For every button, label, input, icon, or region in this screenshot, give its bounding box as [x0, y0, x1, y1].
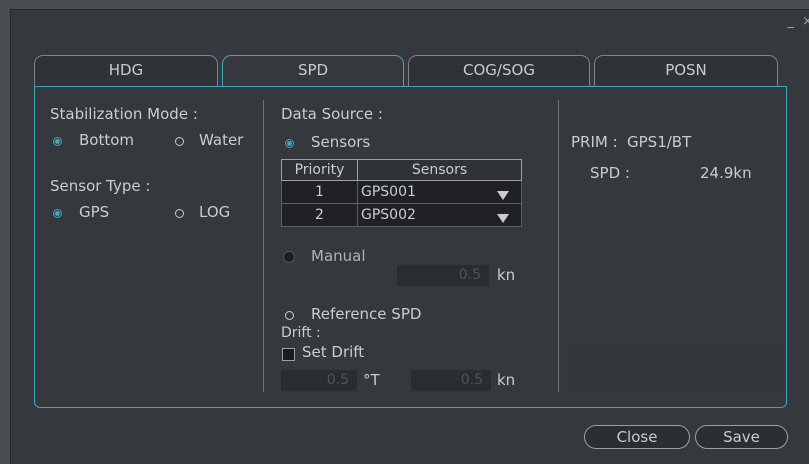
- sensor-type-label: Sensor Type :: [50, 177, 151, 195]
- column-divider-right: [558, 100, 559, 392]
- spd-label: SPD :: [590, 164, 630, 182]
- window-controls[interactable]: _ ×: [787, 14, 809, 29]
- sensor-select-2[interactable]: GPS002: [357, 203, 522, 227]
- column-divider-left: [263, 100, 264, 392]
- sensor-select-1[interactable]: GPS001: [357, 180, 522, 204]
- priority-cell: 2: [281, 203, 358, 227]
- radio-log[interactable]: [175, 209, 184, 218]
- prim-value: GPS1/BT: [627, 133, 692, 151]
- drift-direction-input[interactable]: 0.5: [281, 370, 357, 391]
- drift-speed-unit: kn: [497, 371, 516, 389]
- radio-sensors-label: Sensors: [311, 133, 371, 151]
- sensors-header: Sensors: [357, 159, 522, 181]
- radio-water[interactable]: [175, 137, 184, 146]
- stabilization-mode-label: Stabilization Mode :: [50, 105, 198, 123]
- sensor-value: GPS002: [361, 207, 416, 223]
- tab-posn[interactable]: POSN: [594, 55, 778, 86]
- data-source-label: Data Source :: [281, 105, 383, 123]
- priority-cell: 1: [281, 180, 358, 204]
- drift-label: Drift :: [281, 325, 321, 341]
- radio-gps-label: GPS: [79, 203, 110, 221]
- drift-direction-unit: °T: [363, 371, 380, 389]
- sensor-priority-table: Priority Sensors 1 GPS001 2 GPS002: [281, 159, 522, 227]
- set-drift-label: Set Drift: [302, 343, 365, 361]
- manual-unit-label: kn: [497, 266, 516, 284]
- radio-gps[interactable]: [53, 209, 62, 218]
- radio-manual[interactable]: [283, 251, 295, 263]
- save-button[interactable]: Save: [695, 425, 788, 449]
- radio-bottom[interactable]: [53, 137, 62, 146]
- radio-manual-label: Manual: [311, 247, 366, 265]
- radio-log-label: LOG: [199, 203, 231, 221]
- tab-spd[interactable]: SPD: [222, 55, 404, 88]
- dropdown-arrow-icon[interactable]: [497, 214, 509, 223]
- tab-hdg[interactable]: HDG: [34, 55, 218, 86]
- radio-reference-spd-label: Reference SPD: [311, 305, 422, 323]
- manual-speed-input[interactable]: 0.5: [397, 265, 489, 286]
- radio-sensors[interactable]: [285, 139, 294, 148]
- table-row: 1 GPS001: [281, 180, 522, 204]
- sensor-value: GPS001: [361, 184, 416, 200]
- spd-value: 24.9kn: [700, 164, 752, 182]
- radio-bottom-label: Bottom: [79, 131, 135, 149]
- prim-label: PRIM :: [571, 133, 618, 151]
- radio-reference-spd[interactable]: [285, 311, 294, 320]
- status-area: [568, 346, 784, 390]
- priority-header: Priority: [281, 159, 358, 181]
- tab-cog-sog[interactable]: COG/SOG: [408, 55, 590, 86]
- close-button[interactable]: Close: [584, 425, 690, 449]
- drift-speed-input[interactable]: 0.5: [411, 370, 491, 391]
- dropdown-arrow-icon[interactable]: [497, 191, 509, 200]
- table-row: 2 GPS002: [281, 203, 522, 227]
- set-drift-checkbox[interactable]: [282, 348, 295, 361]
- radio-water-label: Water: [199, 131, 244, 149]
